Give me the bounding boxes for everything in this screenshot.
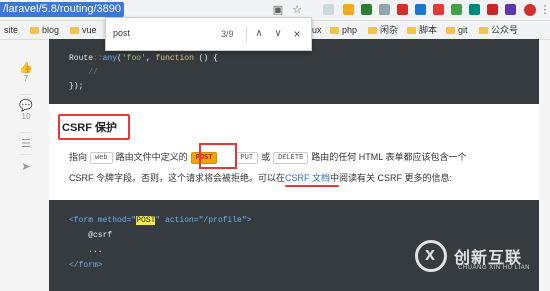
annotation-box bbox=[199, 143, 237, 169]
profile-avatar-icon[interactable] bbox=[524, 4, 536, 16]
code-line: ... bbox=[69, 246, 103, 255]
csrf-docs-link[interactable]: CSRF 文档 bbox=[285, 173, 330, 183]
bookmark-git[interactable]: git bbox=[446, 24, 468, 36]
sidebar-divider bbox=[20, 132, 32, 133]
code-line: // bbox=[69, 68, 98, 77]
extension-icon[interactable] bbox=[505, 4, 516, 15]
menu-kebab-icon[interactable]: ⋮ bbox=[537, 2, 550, 18]
code-tag-web: web bbox=[90, 152, 113, 164]
find-next-button[interactable]: ∨ bbox=[271, 26, 285, 42]
folder-icon bbox=[30, 27, 39, 34]
extension-icon[interactable] bbox=[487, 4, 498, 15]
code-line: <form method="POST" action="/profile"> bbox=[69, 216, 252, 225]
thumbs-up-icon: 👍 bbox=[19, 62, 33, 74]
code-line: </form> bbox=[69, 261, 103, 270]
sidebar-divider bbox=[20, 94, 32, 95]
extension-icon[interactable] bbox=[323, 4, 334, 15]
like-button[interactable]: 👍 7 bbox=[15, 62, 37, 83]
paragraph-line-2: CSRF 令牌字段。否则，这个请求将会被拒绝。可以在CSRF 文档中阅读有关 C… bbox=[69, 173, 453, 183]
url-field[interactable]: /laravel/5.8/routing/3890 bbox=[0, 2, 125, 17]
folder-icon bbox=[479, 27, 488, 34]
bookmark-blog[interactable]: blog bbox=[30, 24, 59, 36]
code-tag-put: PUT bbox=[235, 152, 259, 164]
watermark-logo-icon bbox=[415, 240, 447, 272]
extension-icon[interactable] bbox=[451, 4, 462, 15]
code-tag-delete: DELETE bbox=[273, 152, 309, 164]
folder-icon bbox=[330, 27, 339, 34]
annotation-box bbox=[58, 114, 130, 140]
extension-icon[interactable] bbox=[469, 4, 480, 15]
comment-icon: 💬 bbox=[19, 100, 33, 112]
extension-icon[interactable] bbox=[433, 4, 444, 15]
find-prev-button[interactable]: ∧ bbox=[252, 26, 266, 42]
find-divider bbox=[246, 26, 247, 42]
folder-icon bbox=[446, 27, 455, 34]
bookmark-star-icon[interactable]: ☆ bbox=[289, 2, 305, 18]
extension-icon[interactable] bbox=[343, 4, 354, 15]
find-close-button[interactable]: × bbox=[290, 26, 304, 42]
extension-icon[interactable] bbox=[415, 4, 426, 15]
bookmark-vue[interactable]: vue bbox=[70, 24, 97, 36]
find-input[interactable] bbox=[110, 24, 226, 42]
bookmark-site[interactable]: site bbox=[4, 24, 18, 36]
bookmark-php[interactable]: php bbox=[330, 24, 357, 36]
bookmark-scripts[interactable]: 脚本 bbox=[407, 24, 437, 36]
code-line: Route::any('foo', function () { bbox=[69, 54, 218, 63]
article-action-sidebar: 👍 7 💬 10 ☰ ➤ bbox=[15, 52, 37, 192]
toc-list-icon[interactable]: ☰ bbox=[15, 137, 37, 150]
annotation-underline bbox=[285, 185, 339, 187]
folder-icon bbox=[407, 27, 416, 34]
sidebar-divider bbox=[20, 154, 32, 155]
extension-icon[interactable] bbox=[397, 4, 408, 15]
watermark-subtext: CHUANG XIN HU LIAN bbox=[458, 265, 531, 271]
bookmark-wechat[interactable]: 公众号 bbox=[479, 24, 518, 36]
code-line: }); bbox=[69, 82, 84, 91]
bookmark-misc[interactable]: 闲杂 bbox=[368, 24, 398, 36]
extension-icon[interactable] bbox=[361, 4, 372, 15]
bookmark-ux[interactable]: ux bbox=[312, 24, 322, 36]
folder-icon bbox=[368, 27, 377, 34]
translate-icon[interactable]: ▣ bbox=[270, 2, 286, 18]
search-highlight: POST bbox=[136, 216, 156, 225]
like-count: 7 bbox=[23, 74, 29, 83]
extension-icon[interactable] bbox=[379, 4, 390, 15]
code-line: @csrf bbox=[69, 231, 113, 240]
folder-icon bbox=[70, 27, 79, 34]
paragraph-line-1: 指向 web 路由文件中定义的 POST PUT 或 DELETE 路由的任何 HTML 表单… bbox=[69, 152, 467, 164]
share-send-icon[interactable]: ➤ bbox=[15, 160, 37, 173]
comment-button[interactable]: 💬 10 bbox=[15, 100, 37, 121]
find-bar: 3/9 ∧ ∨ × bbox=[105, 17, 312, 51]
find-match-count: 3/9 bbox=[221, 29, 234, 39]
comment-count: 10 bbox=[21, 112, 31, 121]
